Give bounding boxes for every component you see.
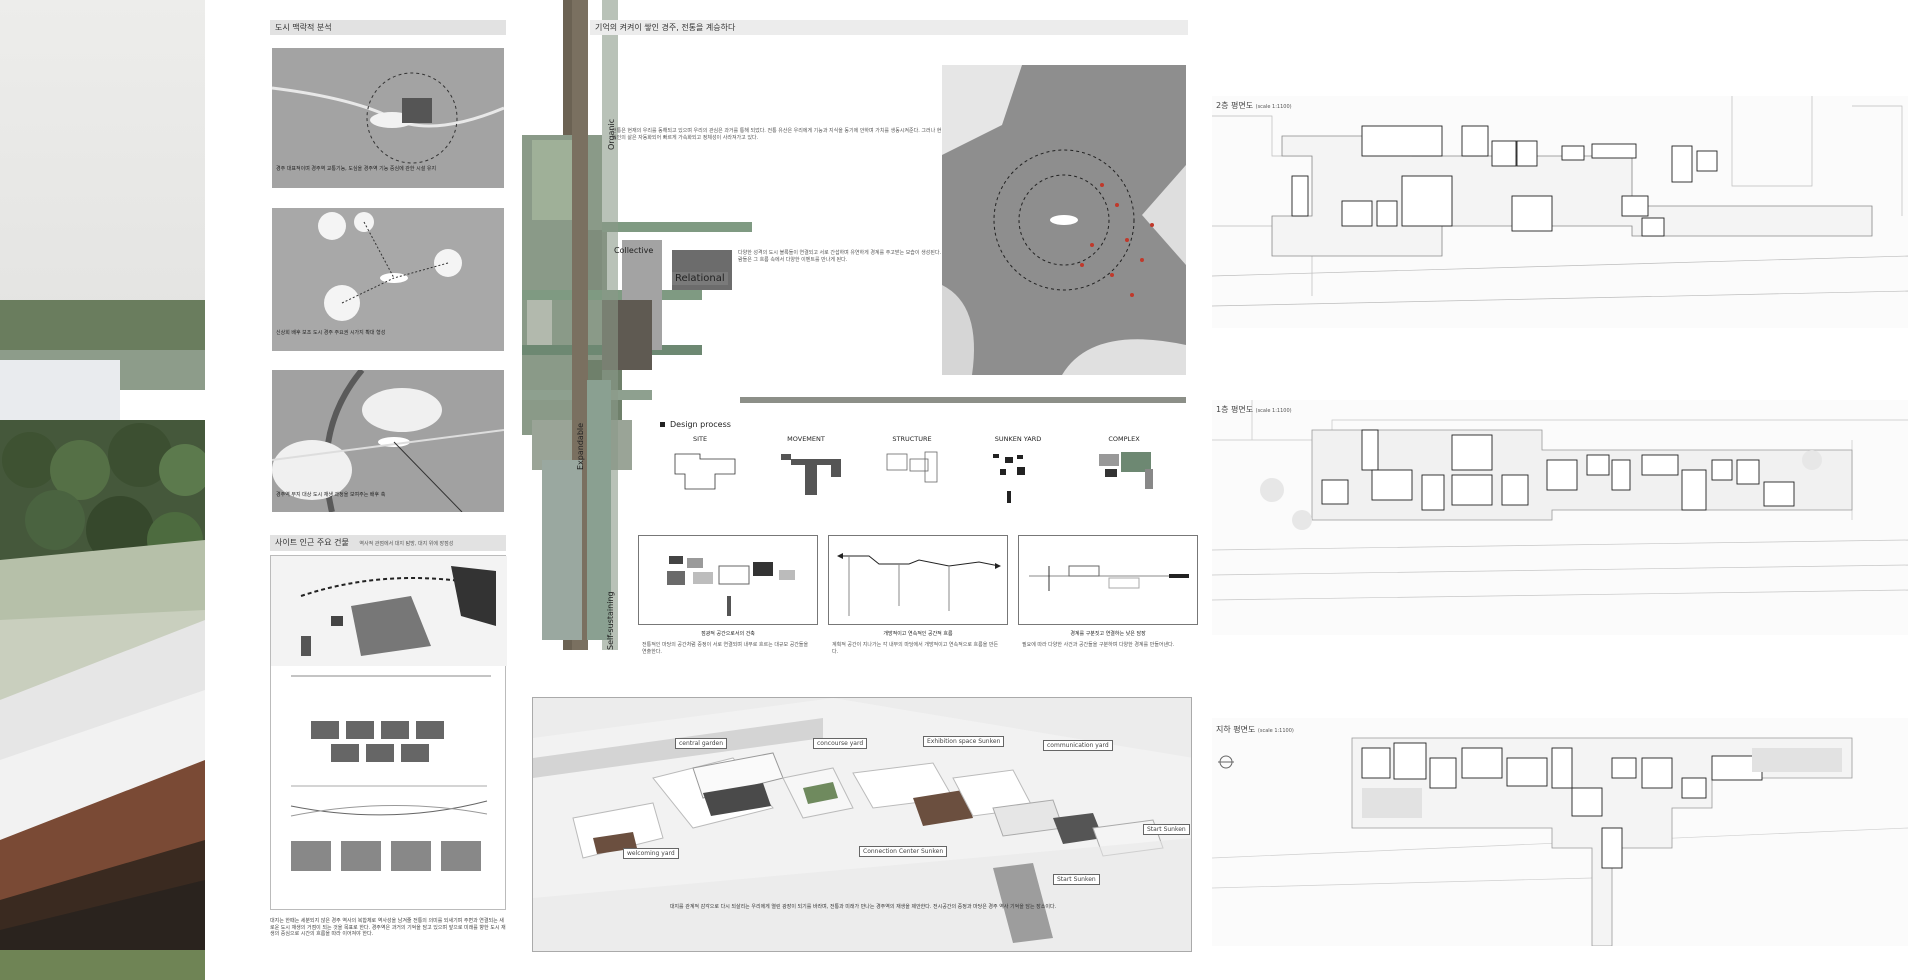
site-buildings-subtitle: 역사적 관점에서 대지 탐방, 대지 위에 장점성 (359, 541, 454, 547)
site-buildings-panel (270, 555, 507, 910)
floor1-plan-scale: (scale 1:1100) (1255, 408, 1292, 414)
aerial-tag-start-sunken-1: Start Sunken (1143, 824, 1190, 835)
process-step-sunken-yard: SUNKEN YARD (994, 435, 1042, 443)
urban-context-title: 도시 맥락적 분석 (275, 23, 332, 32)
aerial-tag-welcoming-yard: welcoming yard (623, 848, 679, 859)
context-map-3-image (272, 370, 504, 512)
site-buildings-map (271, 556, 507, 871)
site-buildings-title: 사이트 인근 주요 건물 (275, 538, 349, 547)
basement-plan-drawing (1212, 737, 1908, 946)
site-buildings-header: 사이트 인근 주요 건물 역사적 관점에서 대지 탐방, 대지 위에 장점성 (270, 535, 506, 551)
diagram-caption-3: 경계를 구분짓고 연결하는 낮은 담장 (1070, 631, 1146, 637)
diagram-caption-1: 점광적 공간으로서의 건축 (701, 631, 755, 637)
diagram-caption-2: 개방적이고 연속적인 공간적 흐름 (883, 631, 953, 637)
diagram-boundary (1018, 535, 1198, 625)
diagram-text-3: 필요에 따라 다양한 사건과 공간들을 구분하며 다양한 경계를 만들어낸다. (1022, 642, 1175, 648)
perspective-render (0, 0, 205, 980)
process-steps: SITE MOVEMENT STRUCTURE SUNKEN YARD COMP… (655, 435, 1185, 525)
process-steps-diagrams (674, 451, 1153, 503)
concept-label-collective: Collective (614, 246, 654, 255)
aerial-axonometric: central garden concourse yard Exhibition… (532, 697, 1192, 952)
urban-context-header: 도시 맥락적 분석 (270, 20, 506, 35)
context-map-2-caption: 신상희 배후 보조 도시 경주 주요권 시가지 확대 형성 (276, 330, 386, 336)
relational-text: 다양한 성격의 도시 블록들이 연결되고 서로 간섭하며 유연하게 경계를 주고… (738, 250, 948, 263)
diagram-flow-image (837, 553, 1001, 616)
gyeongju-city-map (942, 65, 1186, 375)
aerial-description: 대지를 관계적 감각으로 다시 되살리는 우리에게 열린 광장이 되기를 바라며… (669, 904, 1057, 910)
aerial-axonometric-image (533, 698, 1191, 951)
concept-label-expandable: Expandable (576, 422, 585, 470)
context-map-2: 신상희 배후 보조 도시 경주 주요권 시가지 확대 형성 (272, 208, 504, 351)
basement-plan: 지하 평면도 (scale 1:1100) (1212, 718, 1908, 946)
process-step-complex: COMPLEX (1108, 435, 1140, 443)
floor1-plan-name: 1층 평면도 (1216, 405, 1254, 414)
floor2-plan-drawing (1212, 96, 1908, 307)
design-process-title: Design process (670, 420, 731, 429)
aerial-tag-concourse-yard: concourse yard (813, 738, 868, 749)
hero-header: 기억의 켜켜이 쌓인 경주, 전통을 계승하다 (590, 20, 1188, 35)
floor1-plan-drawing (1212, 400, 1908, 601)
design-process-header: Design process (660, 420, 731, 429)
diagram-boundary-image (1029, 565, 1189, 591)
process-step-movement: MOVEMENT (787, 435, 825, 443)
diagram-text-1: 전통적인 마당의 공간처럼 중정이 서로 연결되며 내부로 흐르는 대규모 공간… (642, 642, 809, 655)
basement-plan-title: 지하 평면도 (scale 1:1100) (1216, 724, 1294, 735)
aerial-tag-connection-center-sunken: Connection Center Sunken (859, 846, 948, 857)
process-step-structure: STRUCTURE (892, 435, 932, 443)
bottom-left-description: 대지는 한때는 세분되지 않은 경주 역사의 복합체로 역사성을 남겨줄 전통의… (270, 918, 506, 937)
context-map-1: 경주 대표적이며 경주역 교통기능, 도심을 경주역 기능 중심에 관한 시설 … (272, 48, 504, 188)
aerial-tag-start-sunken-2: Start Sunken (1053, 874, 1100, 885)
concept-label-relational: Relational (672, 272, 728, 285)
intro-text: 전통은 현재의 우리를 동해되고 있으며 우리의 관심은 과거를 통해 되었다.… (612, 128, 942, 141)
aerial-tag-central-garden: central garden (675, 738, 728, 749)
gyeongju-city-map-image (942, 65, 1186, 375)
context-map-3-caption: 경주역 부지 대상 도시 재생 과정을 보여주는 배후 축 (276, 492, 386, 498)
floor2-plan-scale: (scale 1:1100) (1255, 104, 1292, 110)
bullet-icon (660, 422, 665, 427)
context-map-1-caption: 경주 대표적이며 경주역 교통기능, 도심을 경주역 기능 중심에 관한 시설 … (276, 166, 437, 172)
basement-plan-scale: (scale 1:1100) (1257, 728, 1294, 734)
perspective-render-image (0, 0, 205, 980)
floor1-plan-title: 1층 평면도 (scale 1:1100) (1216, 404, 1292, 415)
floor2-plan: 2층 평면도 (scale 1:1100) (1212, 96, 1908, 328)
context-map-3: 경주역 부지 대상 도시 재생 과정을 보여주는 배후 축 (272, 370, 504, 512)
diagram-spatial (638, 535, 818, 625)
aerial-tag-exhibition-space-sunken: Exhibition space Sunken (923, 736, 1005, 747)
hero-title: 기억의 켜켜이 쌓인 경주, 전통을 계승하다 (595, 23, 736, 32)
basement-plan-name: 지하 평면도 (1216, 725, 1256, 734)
diagram-text-2: 계획적 공간이 지나가는 각 내부의 마당에서 개방적이고 연속적으로 흐름을 … (832, 642, 999, 655)
floor2-plan-name: 2층 평면도 (1216, 101, 1254, 110)
diagram-flow (828, 535, 1008, 625)
gray-divider-band (740, 397, 1186, 403)
process-step-site: SITE (692, 435, 708, 443)
floor1-plan: 1층 평면도 (scale 1:1100) (1212, 400, 1908, 635)
concept-label-self-sustaining: Self-sustaining (606, 591, 615, 650)
aerial-tag-communication-yard: communication yard (1043, 740, 1113, 751)
floor2-plan-title: 2층 평면도 (scale 1:1100) (1216, 100, 1292, 111)
diagram-spatial-image (667, 556, 795, 616)
